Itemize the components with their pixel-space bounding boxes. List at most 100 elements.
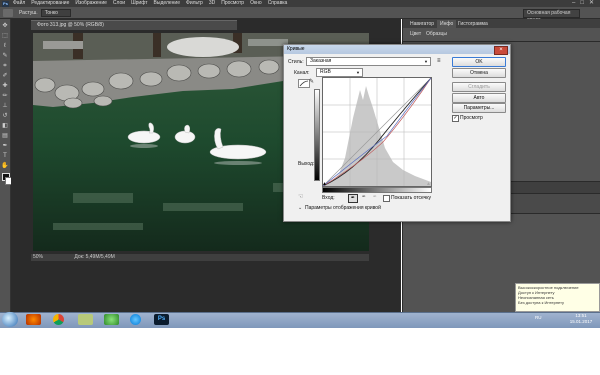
menu-file[interactable]: Файл [13,0,25,7]
output-label: Выход: [298,161,315,167]
menu-filter[interactable]: Фильтр [186,0,203,7]
black-point-slider[interactable]: ▲ [322,181,327,187]
lasso-tool-icon[interactable]: ℓ [1,43,9,50]
ok-button[interactable]: OK [452,57,506,67]
tab-color[interactable]: Цвет [407,30,424,38]
tab-info[interactable]: Инфо [437,20,457,28]
workspace-select[interactable]: Основная рабочая среда [523,9,580,23]
tab-navigator[interactable]: Навигатор [407,20,437,28]
skype-icon[interactable] [130,314,141,325]
chevron-down-icon: ▼ [356,70,360,75]
chrome-icon[interactable] [53,314,64,325]
stamp-tool-icon[interactable]: ⊥ [1,103,9,110]
notepad-icon[interactable] [78,314,93,325]
edge-select[interactable]: Тонко [40,8,71,17]
white-eyedropper-icon[interactable]: ✒ [371,194,379,201]
hand-tool-icon[interactable]: ✋ [1,163,9,170]
move-tool-icon[interactable]: ✥ [1,23,9,30]
window-controls: – □ ✕ [572,0,594,7]
black-eyedropper-icon[interactable]: ✒ [348,194,358,203]
current-tool-icon[interactable] [3,8,13,17]
document-tab[interactable]: Фото 313.jpg @ 50% (RGB/8) [31,20,237,30]
show-clipping-checkbox[interactable] [383,195,390,202]
preset-menu-icon[interactable]: ≡ [437,58,441,64]
document-size-info[interactable]: Док: 5,49M/5,49M [74,254,114,260]
type-tool-icon[interactable]: T [1,153,9,160]
chevron-down-icon: ▼ [424,59,428,64]
tab-histogram[interactable]: Гистограмма [455,20,491,28]
white-point-slider[interactable]: ▲ [426,181,431,187]
eraser-tool-icon[interactable]: ◧ [1,123,9,130]
brush-tool-icon[interactable]: ✏ [1,93,9,100]
close-button[interactable]: ✕ [589,0,594,7]
preview-checkbox[interactable]: ✓ [452,115,459,122]
language-indicator[interactable]: RU [535,315,542,320]
menu-view[interactable]: Просмотр [221,0,244,7]
target-adjust-icon[interactable]: ☜ [298,193,303,200]
photoshop-taskbar-icon[interactable]: Ps [154,314,169,325]
preset-select[interactable]: Заказная ▼ [306,57,431,66]
quick-select-tool-icon[interactable]: ✎ [1,53,9,60]
start-button[interactable] [2,312,18,327]
options-button[interactable]: Параметры... [452,103,506,113]
clock-date: 15.01.2017 [569,319,593,324]
preset-value: Заказная [310,58,332,64]
photoshop-logo-icon: Ps [2,0,9,7]
curves-graph[interactable] [322,77,432,187]
menu-edit[interactable]: Редактирование [31,0,69,7]
gradient-tool-icon[interactable]: ▤ [1,133,9,140]
channel-label: Канал: [294,70,310,76]
maximize-button[interactable]: □ [580,0,584,7]
game-icon[interactable] [104,314,119,325]
tools-panel: ✥ ⬚ ℓ ✎ ⌗ ✐ ✚ ✏ ⊥ ↺ ◧ ▤ ✒ T ✋ [0,19,13,312]
layers-panel-body [509,213,600,294]
taskbar-clock[interactable]: 13:51 15.01.2017 [562,313,600,327]
curves-graph-svg [322,77,432,187]
menu-help[interactable]: Справка [268,0,288,7]
crop-tool-icon[interactable]: ⌗ [1,63,9,70]
dialog-title: Кривые [287,46,305,52]
show-clipping-label: Показать отсечку [391,195,432,201]
channel-value: RGB [320,69,331,75]
panel-divider [403,41,600,42]
options-bar: Растуш. Тонко [0,7,600,19]
preview-label: Просмотр [460,115,483,121]
notification-line-4: Без доступа к Интернету [518,300,565,305]
auto-button[interactable]: Авто [452,93,506,103]
firefox-icon[interactable] [26,314,41,325]
menu-bar: Ps Файл Редактирование Изображение Слои … [0,0,600,7]
marquee-tool-icon[interactable]: ⬚ [1,33,9,40]
menu-type[interactable]: Шрифт [131,0,147,7]
pen-tool-icon[interactable]: ✒ [1,143,9,150]
curve-options-label[interactable]: Параметры отображения кривой [305,205,381,211]
network-notification[interactable]: Высокоскоростное подключение Доступ к Ин… [515,283,600,312]
pencil-draw-icon[interactable]: ✎ [309,79,317,86]
curve-glyph-icon [299,80,309,87]
input-gradient-bar [322,187,432,193]
output-gradient-bar [314,89,320,181]
preset-label: Стиль: [288,59,304,65]
dialog-titlebar: Кривые × [284,45,510,55]
minimize-button[interactable]: – [572,0,575,7]
smooth-button[interactable]: Сгладить [452,82,506,92]
cancel-button[interactable]: Отмена [452,68,506,78]
history-brush-tool-icon[interactable]: ↺ [1,113,9,120]
expand-options-icon[interactable]: ⌄ [298,205,302,211]
zoom-level[interactable]: 50% [33,254,43,260]
document-status-bar: 50% Док: 5,49M/5,49M [31,254,369,261]
layers-panel-row[interactable] [509,193,600,214]
menu-window[interactable]: Окно [250,0,262,7]
gray-eyedropper-icon[interactable]: ✒ [360,194,368,201]
channel-select[interactable]: RGB ▼ [316,68,363,77]
tab-swatches[interactable]: Образцы [423,30,450,38]
input-label: Вход: [322,195,335,201]
menu-3d[interactable]: 3D [209,0,215,7]
menu-select[interactable]: Выделение [154,0,181,7]
dialog-close-button[interactable]: × [494,46,508,55]
healing-tool-icon[interactable]: ✚ [1,83,9,90]
curves-dialog: Кривые × Стиль: Заказная ▼ ≡ Канал: RGB ▼ … [283,44,511,222]
menu-layers[interactable]: Слои [113,0,125,7]
edge-label: Растуш. [19,9,38,16]
menu-image[interactable]: Изображение [75,0,107,7]
eyedropper-tool-icon[interactable]: ✐ [1,73,9,80]
